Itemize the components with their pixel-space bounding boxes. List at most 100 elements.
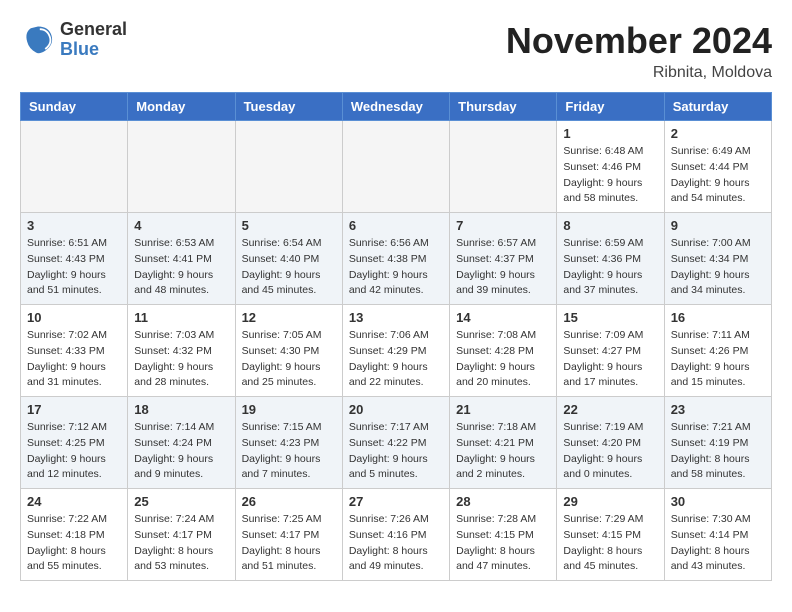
- day-number: 8: [563, 218, 657, 233]
- day-number: 27: [349, 494, 443, 509]
- calendar-cell: [235, 121, 342, 213]
- day-info: Sunrise: 7:19 AM Sunset: 4:20 PM Dayligh…: [563, 420, 657, 483]
- logo: General Blue: [20, 20, 127, 60]
- calendar-cell: 20 Sunrise: 7:17 AM Sunset: 4:22 PM Dayli…: [342, 397, 449, 489]
- day-info: Sunrise: 7:03 AM Sunset: 4:32 PM Dayligh…: [134, 328, 228, 391]
- calendar-cell: 30 Sunrise: 7:30 AM Sunset: 4:14 PM Dayli…: [664, 489, 771, 581]
- logo-text: General Blue: [60, 20, 127, 60]
- day-info: Sunrise: 7:11 AM Sunset: 4:26 PM Dayligh…: [671, 328, 765, 391]
- calendar-cell: 6Sunrise: 6:56 AM Sunset: 4:38 PM Daylig…: [342, 213, 449, 305]
- weekday-header: Thursday: [450, 93, 557, 121]
- weekday-header: Sunday: [21, 93, 128, 121]
- day-number: 2: [671, 126, 765, 141]
- calendar-cell: [342, 121, 449, 213]
- day-info: Sunrise: 7:30 AM Sunset: 4:14 PM Dayligh…: [671, 512, 765, 575]
- calendar-header-row: SundayMondayTuesdayWednesdayThursdayFrid…: [21, 93, 772, 121]
- day-number: 15: [563, 310, 657, 325]
- day-info: Sunrise: 7:26 AM Sunset: 4:16 PM Dayligh…: [349, 512, 443, 575]
- month-title: November 2024: [506, 20, 772, 62]
- day-number: 21: [456, 402, 550, 417]
- calendar-cell: 26Sunrise: 7:25 AM Sunset: 4:17 PM Dayli…: [235, 489, 342, 581]
- calendar-cell: 14Sunrise: 7:08 AM Sunset: 4:28 PM Dayli…: [450, 305, 557, 397]
- calendar-cell: 5 Sunrise: 6:54 AM Sunset: 4:40 PM Daylig…: [235, 213, 342, 305]
- day-number: 3: [27, 218, 121, 233]
- calendar-cell: [128, 121, 235, 213]
- calendar-cell: 16 Sunrise: 7:11 AM Sunset: 4:26 PM Dayli…: [664, 305, 771, 397]
- logo-line2: Blue: [60, 40, 127, 60]
- day-number: 22: [563, 402, 657, 417]
- calendar-cell: 3 Sunrise: 6:51 AM Sunset: 4:43 PM Daylig…: [21, 213, 128, 305]
- logo-line1: General: [60, 20, 127, 40]
- calendar-cell: 8Sunrise: 6:59 AM Sunset: 4:36 PM Daylig…: [557, 213, 664, 305]
- calendar-cell: 17 Sunrise: 7:12 AM Sunset: 4:25 PM Dayli…: [21, 397, 128, 489]
- day-info: Sunrise: 7:29 AM Sunset: 4:15 PM Dayligh…: [563, 512, 657, 575]
- day-info: Sunrise: 7:09 AM Sunset: 4:27 PM Dayligh…: [563, 328, 657, 391]
- day-info: Sunrise: 6:53 AM Sunset: 4:41 PM Dayligh…: [134, 236, 228, 299]
- calendar-week-row: 3 Sunrise: 6:51 AM Sunset: 4:43 PM Daylig…: [21, 213, 772, 305]
- day-number: 11: [134, 310, 228, 325]
- title-block: November 2024 Ribnita, Moldova: [506, 20, 772, 82]
- day-number: 18: [134, 402, 228, 417]
- weekday-header: Saturday: [664, 93, 771, 121]
- calendar-cell: 4 Sunrise: 6:53 AM Sunset: 4:41 PM Daylig…: [128, 213, 235, 305]
- day-info: Sunrise: 6:54 AM Sunset: 4:40 PM Dayligh…: [242, 236, 336, 299]
- day-number: 12: [242, 310, 336, 325]
- day-info: Sunrise: 6:48 AM Sunset: 4:46 PM Dayligh…: [563, 144, 657, 207]
- calendar-cell: 13 Sunrise: 7:06 AM Sunset: 4:29 PM Dayli…: [342, 305, 449, 397]
- day-number: 5: [242, 218, 336, 233]
- day-number: 20: [349, 402, 443, 417]
- day-number: 13: [349, 310, 443, 325]
- day-number: 25: [134, 494, 228, 509]
- day-number: 7: [456, 218, 550, 233]
- day-info: Sunrise: 7:08 AM Sunset: 4:28 PM Dayligh…: [456, 328, 550, 391]
- day-number: 4: [134, 218, 228, 233]
- day-number: 6: [349, 218, 443, 233]
- calendar-cell: 18Sunrise: 7:14 AM Sunset: 4:24 PM Dayli…: [128, 397, 235, 489]
- day-info: Sunrise: 6:51 AM Sunset: 4:43 PM Dayligh…: [27, 236, 121, 299]
- day-info: Sunrise: 6:57 AM Sunset: 4:37 PM Dayligh…: [456, 236, 550, 299]
- logo-icon: [20, 22, 56, 58]
- weekday-header: Friday: [557, 93, 664, 121]
- calendar-cell: 11 Sunrise: 7:03 AM Sunset: 4:32 PM Dayli…: [128, 305, 235, 397]
- day-info: Sunrise: 7:22 AM Sunset: 4:18 PM Dayligh…: [27, 512, 121, 575]
- calendar-cell: [21, 121, 128, 213]
- day-number: 29: [563, 494, 657, 509]
- calendar-cell: 9Sunrise: 7:00 AM Sunset: 4:34 PM Daylig…: [664, 213, 771, 305]
- day-info: Sunrise: 7:28 AM Sunset: 4:15 PM Dayligh…: [456, 512, 550, 575]
- calendar-cell: [450, 121, 557, 213]
- day-info: Sunrise: 6:49 AM Sunset: 4:44 PM Dayligh…: [671, 144, 765, 207]
- calendar-table: SundayMondayTuesdayWednesdayThursdayFrid…: [20, 92, 772, 581]
- day-number: 30: [671, 494, 765, 509]
- calendar-cell: 29 Sunrise: 7:29 AM Sunset: 4:15 PM Dayli…: [557, 489, 664, 581]
- calendar-cell: 28Sunrise: 7:28 AM Sunset: 4:15 PM Dayli…: [450, 489, 557, 581]
- calendar-cell: 12 Sunrise: 7:05 AM Sunset: 4:30 PM Dayli…: [235, 305, 342, 397]
- calendar-cell: 23 Sunrise: 7:21 AM Sunset: 4:19 PM Dayli…: [664, 397, 771, 489]
- calendar-cell: 25 Sunrise: 7:24 AM Sunset: 4:17 PM Dayli…: [128, 489, 235, 581]
- calendar-cell: 1 Sunrise: 6:48 AM Sunset: 4:46 PM Daylig…: [557, 121, 664, 213]
- day-number: 9: [671, 218, 765, 233]
- day-number: 16: [671, 310, 765, 325]
- calendar-week-row: 24 Sunrise: 7:22 AM Sunset: 4:18 PM Dayli…: [21, 489, 772, 581]
- location: Ribnita, Moldova: [506, 64, 772, 82]
- calendar-cell: 22 Sunrise: 7:19 AM Sunset: 4:20 PM Dayli…: [557, 397, 664, 489]
- day-info: Sunrise: 7:02 AM Sunset: 4:33 PM Dayligh…: [27, 328, 121, 391]
- day-info: Sunrise: 7:17 AM Sunset: 4:22 PM Dayligh…: [349, 420, 443, 483]
- day-info: Sunrise: 7:05 AM Sunset: 4:30 PM Dayligh…: [242, 328, 336, 391]
- weekday-header: Tuesday: [235, 93, 342, 121]
- calendar-cell: 10Sunrise: 7:02 AM Sunset: 4:33 PM Dayli…: [21, 305, 128, 397]
- day-info: Sunrise: 7:18 AM Sunset: 4:21 PM Dayligh…: [456, 420, 550, 483]
- page-header: General Blue November 2024 Ribnita, Mold…: [20, 20, 772, 82]
- day-number: 24: [27, 494, 121, 509]
- day-number: 19: [242, 402, 336, 417]
- day-number: 23: [671, 402, 765, 417]
- day-number: 17: [27, 402, 121, 417]
- calendar-cell: 15 Sunrise: 7:09 AM Sunset: 4:27 PM Dayli…: [557, 305, 664, 397]
- day-info: Sunrise: 7:21 AM Sunset: 4:19 PM Dayligh…: [671, 420, 765, 483]
- day-info: Sunrise: 7:12 AM Sunset: 4:25 PM Dayligh…: [27, 420, 121, 483]
- calendar-cell: 2 Sunrise: 6:49 AM Sunset: 4:44 PM Daylig…: [664, 121, 771, 213]
- day-number: 1: [563, 126, 657, 141]
- weekday-header: Wednesday: [342, 93, 449, 121]
- day-info: Sunrise: 7:24 AM Sunset: 4:17 PM Dayligh…: [134, 512, 228, 575]
- day-info: Sunrise: 7:15 AM Sunset: 4:23 PM Dayligh…: [242, 420, 336, 483]
- day-info: Sunrise: 7:06 AM Sunset: 4:29 PM Dayligh…: [349, 328, 443, 391]
